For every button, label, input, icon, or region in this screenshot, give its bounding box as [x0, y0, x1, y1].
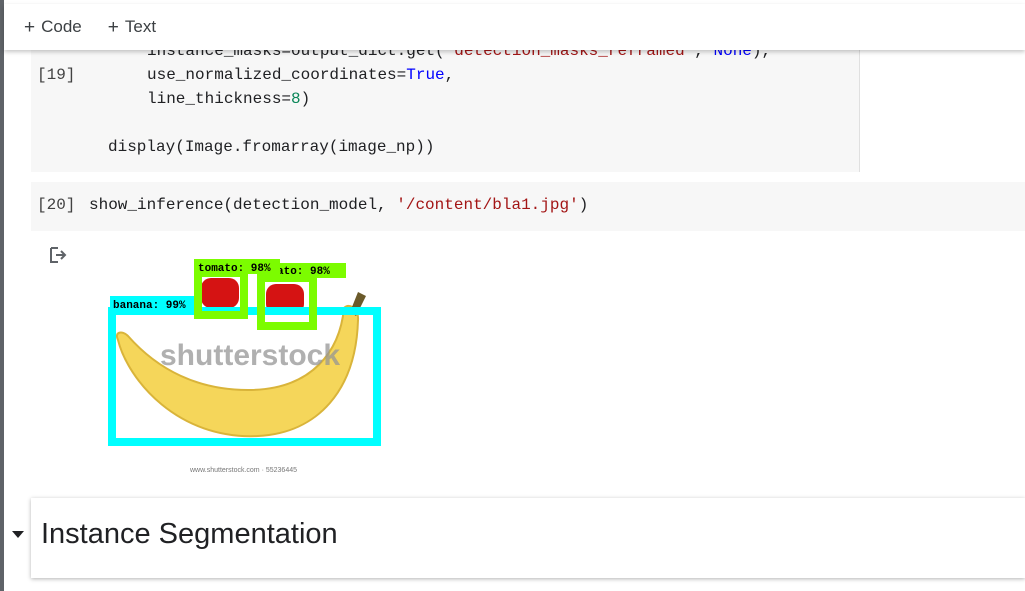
text-cell-heading[interactable]: Instance Segmentation: [31, 498, 1025, 578]
execution-count: [19]: [37, 66, 76, 84]
code-cell-20[interactable]: [20] show_inference(detection_model, '/c…: [31, 182, 1025, 231]
code-line-3: line_thickness=8): [147, 90, 311, 108]
code-line-2: use_normalized_coordinates=True,: [147, 66, 455, 84]
code-line-4: display(Image.fromarray(image_np)): [108, 138, 435, 156]
left-rail: [0, 0, 4, 591]
add-text-button[interactable]: + Text: [108, 17, 156, 37]
code-line-1: show_inference(detection_model, '/conten…: [89, 196, 589, 214]
detection-image-svg: shutterstock banana: 99% ato: 98% tomato…: [108, 259, 381, 474]
notebook-toolbar: + Code + Text: [4, 4, 1025, 50]
tomato-1: [201, 278, 239, 308]
plus-icon: +: [24, 16, 36, 38]
tomato-label-1: tomato: 98%: [198, 263, 271, 275]
banana-label: banana: 99%: [113, 300, 186, 312]
execution-count: [20]: [37, 196, 76, 214]
tomato-label-2: ato: 98%: [277, 266, 330, 278]
code-cell-19[interactable]: instance_masks=output_dict.get('detectio…: [31, 42, 859, 172]
add-text-label: Text: [124, 17, 157, 36]
output-redirect-icon[interactable]: [48, 245, 68, 265]
add-code-button[interactable]: + Code: [24, 17, 82, 37]
caret-down-icon[interactable]: [12, 531, 24, 538]
detection-output-image: shutterstock banana: 99% ato: 98% tomato…: [88, 240, 422, 478]
cell-side-panel: [859, 44, 1025, 172]
plus-icon: +: [107, 16, 119, 38]
watermark: shutterstock: [160, 339, 340, 372]
section-heading: Instance Segmentation: [41, 518, 338, 550]
add-code-label: Code: [41, 17, 82, 36]
image-caption: www.shutterstock.com · 55236445: [189, 467, 297, 474]
